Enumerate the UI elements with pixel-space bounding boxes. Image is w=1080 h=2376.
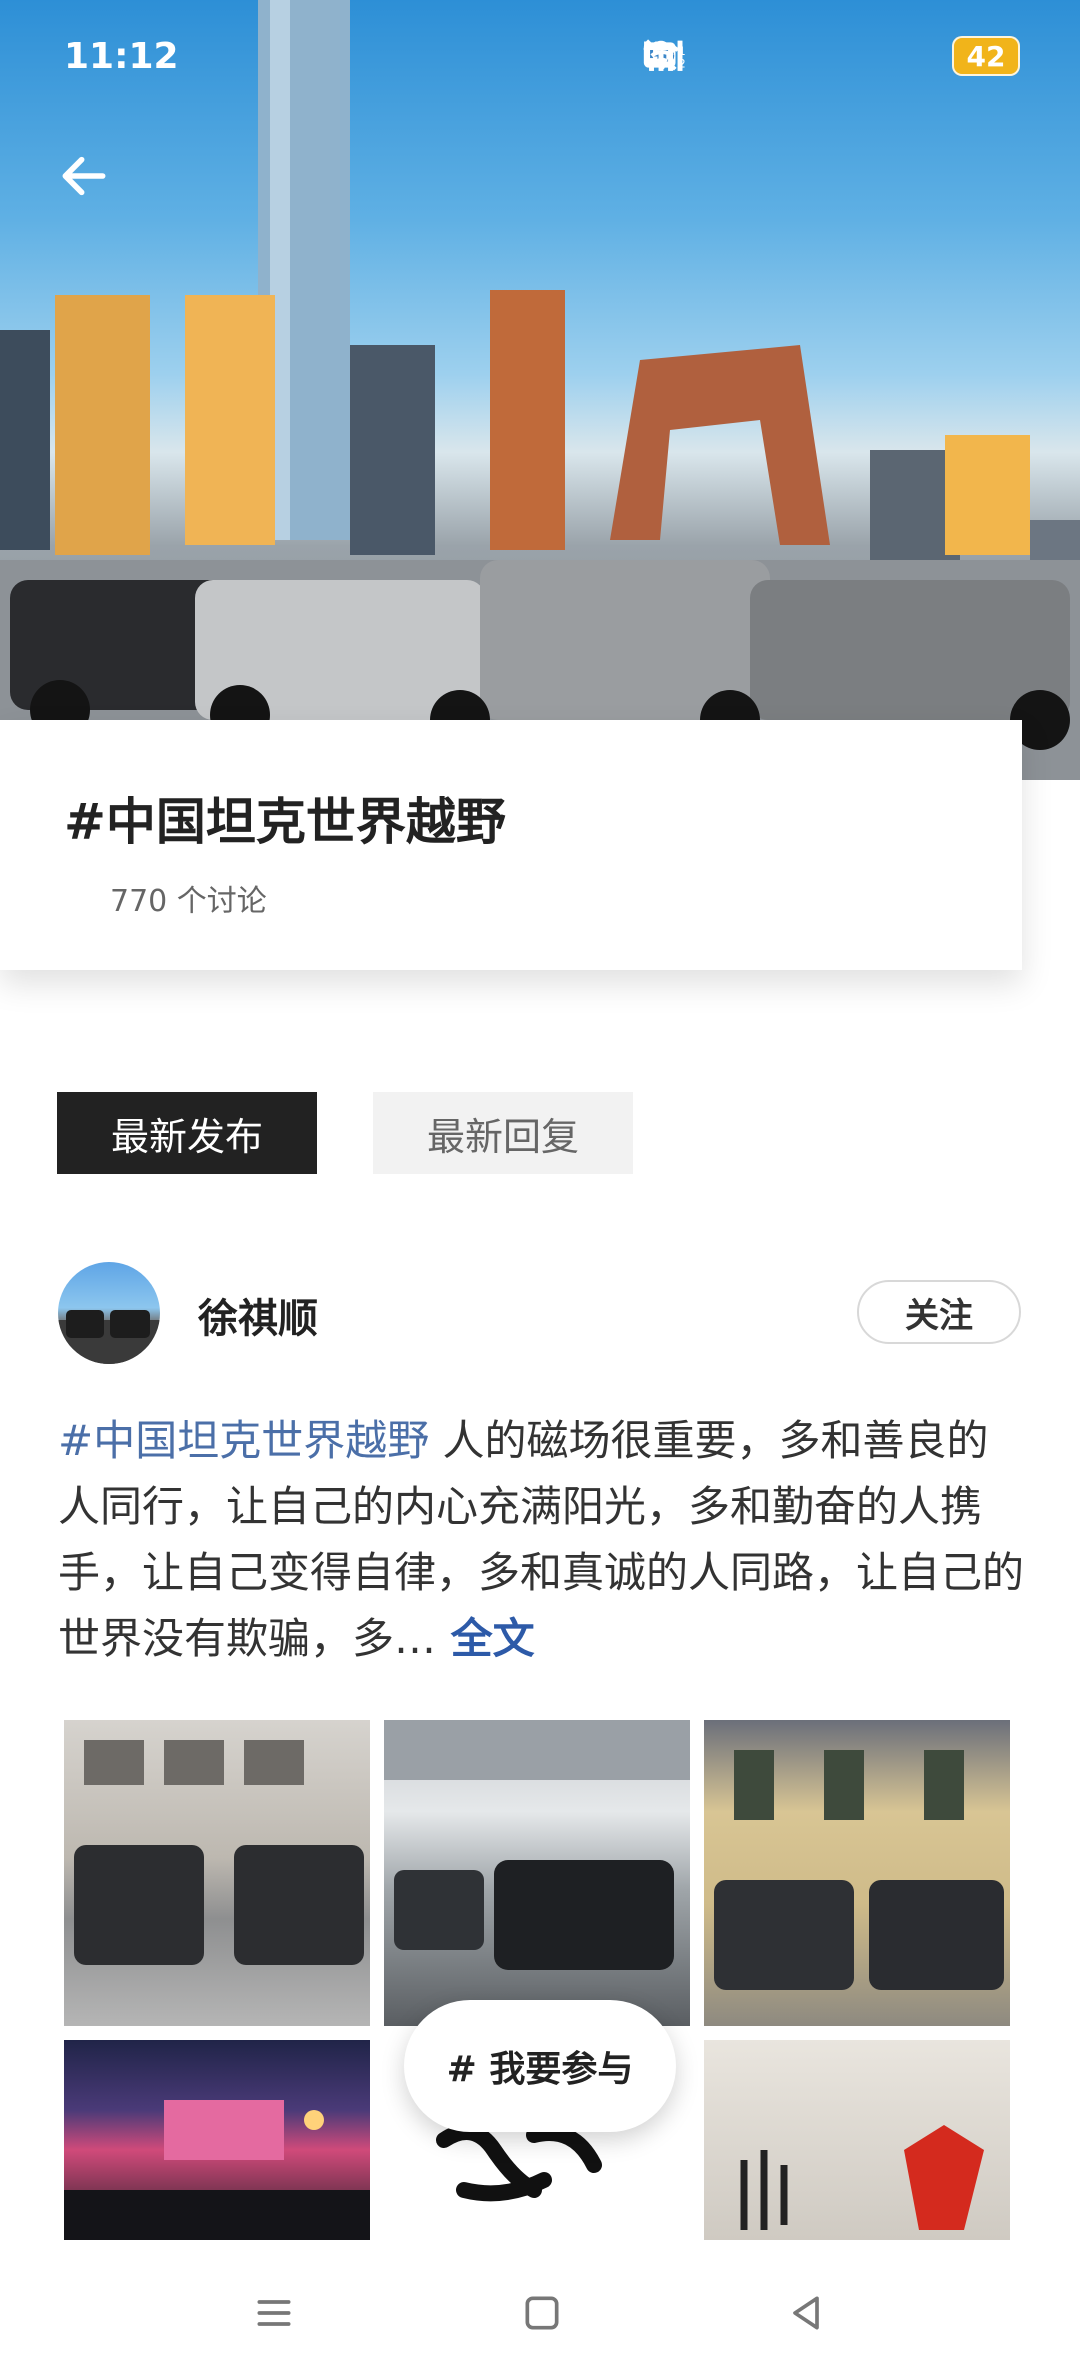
tab-latest-posts[interactable]: 最新发布: [57, 1092, 317, 1174]
join-discussion-button[interactable]: # 我要参与: [404, 2000, 676, 2132]
follow-button[interactable]: 关注: [857, 1280, 1021, 1344]
hd-icon: HD12: [643, 36, 744, 76]
post-image-6[interactable]: [704, 2040, 1010, 2240]
menu-icon[interactable]: [229, 2268, 319, 2358]
page: 11:12 HD12 5G 5G 42: [0, 0, 1080, 2376]
post-text[interactable]: #中国坦克世界越野 人的磁场很重要，多和善良的人同行，让自己的内心充满阳光，多和…: [58, 1408, 1028, 1672]
discussion-count: 770 个讨论: [110, 884, 267, 919]
topic-card: #中国坦克世界越野 770 个讨论: [0, 720, 1022, 970]
post-image-4[interactable]: [64, 2040, 370, 2240]
post-image-3[interactable]: [704, 1720, 1010, 2026]
post-image-1[interactable]: [64, 1720, 370, 2026]
home-icon[interactable]: [497, 2268, 587, 2358]
status-time: 11:12: [64, 36, 179, 77]
arrow-left-icon: [62, 156, 106, 196]
wifi-icon: [644, 36, 806, 76]
topic-title: #中国坦克世界越野: [64, 793, 506, 851]
signal-5g-icon: 5G: [643, 36, 930, 76]
system-nav-bar: [0, 2244, 1080, 2376]
back-button[interactable]: [56, 148, 126, 218]
post-image-2[interactable]: [384, 1720, 690, 2026]
tab-latest-replies[interactable]: 最新回复: [373, 1092, 633, 1174]
full-text-link[interactable]: 全文: [436, 1614, 535, 1663]
username[interactable]: 徐祺顺: [198, 1286, 318, 1344]
status-icons: HD12 5G 5G 42: [642, 36, 1020, 76]
status-bar: 11:12 HD12 5G 5G 42: [0, 0, 1080, 120]
battery-indicator: 42: [952, 36, 1020, 76]
post-hashtag[interactable]: #中国坦克世界越野: [58, 1416, 429, 1465]
avatar[interactable]: [58, 1262, 160, 1364]
topic-banner-image: 11:12 HD12 5G 5G 42: [0, 0, 1080, 780]
signal-5g-icon: 5G: [643, 36, 868, 76]
svg-text:5G: 5G: [643, 38, 662, 53]
back-icon[interactable]: [761, 2268, 851, 2358]
